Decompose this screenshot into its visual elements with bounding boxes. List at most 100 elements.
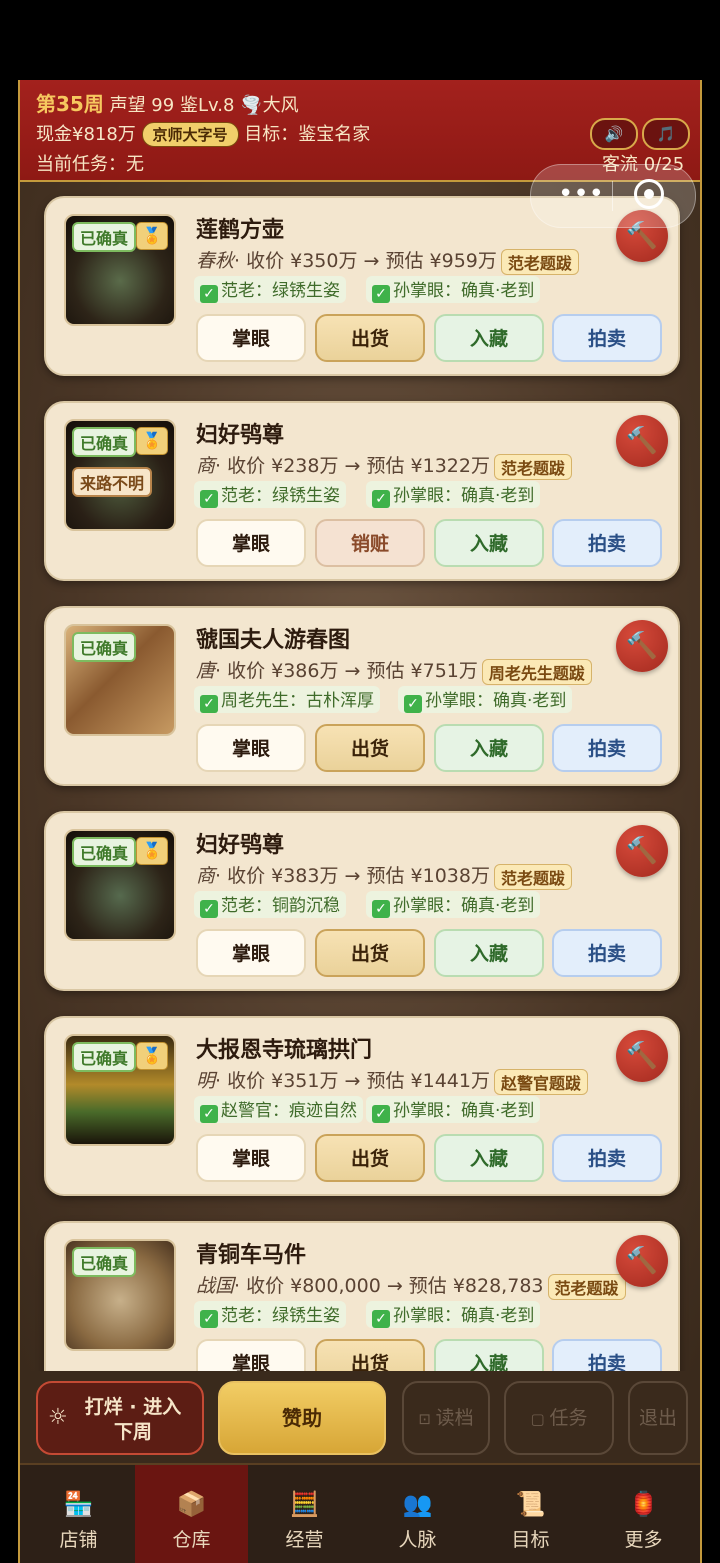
auction-hammer-button[interactable]: 🔨 bbox=[616, 620, 668, 672]
task-icon: ▢ bbox=[530, 1410, 550, 1428]
item-prices: · 收价 ¥238万 → 预估 ¥1322万 bbox=[215, 455, 490, 477]
inspect-button[interactable]: 掌眼 bbox=[196, 724, 306, 772]
sell-label: 出货 bbox=[350, 328, 389, 350]
appraisal-check-2: ✓ 孙掌眼：确真·老到 bbox=[366, 276, 541, 303]
item-name: 妇好鸮尊 bbox=[196, 423, 285, 448]
auction-label: 拍卖 bbox=[587, 738, 626, 760]
auction-label: 拍卖 bbox=[587, 1148, 626, 1170]
collect-button[interactable]: 入藏 bbox=[434, 519, 544, 567]
inspect-button[interactable]: 掌眼 bbox=[196, 929, 306, 977]
hammer-icon: 🔨 bbox=[625, 426, 659, 456]
collect-button[interactable]: 入藏 bbox=[434, 314, 544, 362]
sell-button[interactable]: 出货 bbox=[315, 1134, 425, 1182]
miniprogram-capsule: ••• bbox=[530, 164, 696, 228]
sell-button[interactable]: 出货 bbox=[315, 1339, 425, 1371]
item-prices: · 收价 ¥800,000 → 预估 ¥828,783 bbox=[234, 1275, 544, 1297]
warehouse-list[interactable]: 已确真 🏅 莲鹤方壶 春秋· 收价 ¥350万 → 预估 ¥959万 范老题跋 ✓ 范老：绿… bbox=[20, 182, 700, 1371]
auction-button[interactable]: 拍卖 bbox=[552, 519, 662, 567]
sound-button[interactable]: 🔊 bbox=[590, 118, 638, 150]
tab-shop[interactable]: 🏪 店铺 bbox=[22, 1465, 135, 1563]
auction-button[interactable]: 拍卖 bbox=[552, 1134, 662, 1182]
checkmark-icon: ✓ bbox=[372, 1105, 390, 1123]
sell-button[interactable]: 出货 bbox=[315, 314, 425, 362]
task-button[interactable]: ▢ 任务 bbox=[504, 1381, 614, 1455]
auction-hammer-button[interactable]: 🔨 bbox=[616, 1030, 668, 1082]
next-week-button[interactable]: ☼ 打烊 · 进入下周 bbox=[36, 1381, 204, 1455]
item-thumbnail[interactable]: 已确真 🏅 来路不明 bbox=[64, 419, 176, 531]
more-menu-icon[interactable]: ••• bbox=[551, 179, 611, 209]
sell-label: 出货 bbox=[350, 1353, 389, 1371]
weather-label: 🌪️大风 bbox=[240, 95, 299, 116]
medal-icon: 🏅 bbox=[136, 222, 168, 250]
tab-label: 目标 bbox=[511, 1529, 550, 1551]
sell-button[interactable]: 出货 bbox=[315, 724, 425, 772]
collect-button[interactable]: 入藏 bbox=[434, 724, 544, 772]
tab-contacts[interactable]: 👥 人脉 bbox=[361, 1465, 474, 1563]
collect-button[interactable]: 入藏 bbox=[434, 929, 544, 977]
people-icon: 👥 bbox=[402, 1490, 433, 1518]
sponsor-label: 赞助 bbox=[282, 1406, 322, 1430]
auction-hammer-button[interactable]: 🔨 bbox=[616, 415, 668, 467]
item-era: 春秋 bbox=[196, 250, 235, 272]
endorsement-tag: 范老题跋 bbox=[500, 248, 579, 275]
tab-business[interactable]: 🧮 经营 bbox=[248, 1465, 361, 1563]
auction-hammer-button[interactable]: 🔨 bbox=[616, 825, 668, 877]
checkmark-icon: ✓ bbox=[372, 490, 390, 508]
verified-badge: 已确真 bbox=[72, 427, 137, 457]
inspect-label: 掌眼 bbox=[231, 533, 270, 555]
tab-label: 经营 bbox=[285, 1529, 324, 1551]
load-button[interactable]: ⊡ 读档 bbox=[402, 1381, 490, 1455]
item-era: 商 bbox=[196, 455, 216, 477]
tab-more[interactable]: 🏮 更多 bbox=[587, 1465, 700, 1563]
next-week-label: 打烊 · 进入下周 bbox=[84, 1396, 182, 1443]
quit-button[interactable]: 退出 bbox=[628, 1381, 688, 1455]
inspect-button[interactable]: 掌眼 bbox=[196, 1134, 306, 1182]
sun-icon: ☼ bbox=[48, 1405, 68, 1430]
sell-button[interactable]: 出货 bbox=[315, 929, 425, 977]
auction-button[interactable]: 拍卖 bbox=[552, 314, 662, 362]
fence-button[interactable]: 销赃 bbox=[315, 519, 425, 567]
music-button[interactable]: 🎵 bbox=[642, 118, 690, 150]
collect-label: 入藏 bbox=[469, 943, 508, 965]
item-name: 大报恩寺琉璃拱门 bbox=[196, 1038, 373, 1063]
appraisal-text-2: 孙掌眼：确真·老到 bbox=[393, 1101, 535, 1121]
sell-label: 出货 bbox=[350, 943, 389, 965]
auction-button[interactable]: 拍卖 bbox=[552, 1339, 662, 1371]
auction-hammer-button[interactable]: 🔨 bbox=[616, 1235, 668, 1287]
appraisal-check-2: ✓ 孙掌眼：确真·老到 bbox=[366, 481, 541, 508]
tab-label: 店铺 bbox=[59, 1529, 98, 1551]
tab-warehouse[interactable]: 📦 仓库 bbox=[135, 1465, 248, 1563]
item-thumbnail[interactable]: 已确真 🏅 bbox=[64, 214, 176, 326]
item-thumbnail[interactable]: 已确真 🏅 bbox=[64, 829, 176, 941]
sponsor-button[interactable]: 赞助 bbox=[218, 1381, 386, 1455]
auction-button[interactable]: 拍卖 bbox=[552, 724, 662, 772]
inspect-label: 掌眼 bbox=[231, 943, 270, 965]
inspect-label: 掌眼 bbox=[231, 328, 270, 350]
appraisal-text-1: 赵警官：痕迹自然 bbox=[221, 1101, 357, 1121]
appraisal-check-2: ✓ 孙掌眼：确真·老到 bbox=[366, 1096, 541, 1123]
quit-label: 退出 bbox=[638, 1407, 677, 1429]
item-thumbnail[interactable]: 已确真 bbox=[64, 1239, 176, 1351]
appraisal-text-2: 孙掌眼：确真·老到 bbox=[393, 896, 535, 916]
tab-label: 人脉 bbox=[398, 1529, 437, 1551]
hammer-icon: 🔨 bbox=[625, 836, 659, 866]
verified-badge: 已确真 bbox=[72, 837, 137, 867]
appraisal-text-1: 范老：绿锈生姿 bbox=[221, 281, 340, 301]
verified-badge: 已确真 bbox=[72, 1042, 137, 1072]
shop-icon: 🏪 bbox=[63, 1490, 94, 1518]
auction-button[interactable]: 拍卖 bbox=[552, 929, 662, 977]
goal-label: 目标：鉴宝名家 bbox=[244, 124, 371, 145]
inspect-button[interactable]: 掌眼 bbox=[196, 1339, 306, 1371]
tab-goals[interactable]: 📜 目标 bbox=[474, 1465, 587, 1563]
speaker-icon: 🔊 bbox=[604, 125, 624, 143]
inspect-button[interactable]: 掌眼 bbox=[196, 519, 306, 567]
collect-label: 入藏 bbox=[469, 328, 508, 350]
inspect-button[interactable]: 掌眼 bbox=[196, 314, 306, 362]
item-thumbnail[interactable]: 已确真 bbox=[64, 624, 176, 736]
item-card: 已确真 🏅 大报恩寺琉璃拱门 明· 收价 ¥351万 → 预估 ¥1441万 赵警官题跋… bbox=[44, 1016, 680, 1196]
collect-button[interactable]: 入藏 bbox=[434, 1134, 544, 1182]
collect-button[interactable]: 入藏 bbox=[434, 1339, 544, 1371]
item-thumbnail[interactable]: 已确真 🏅 bbox=[64, 1034, 176, 1146]
close-target-icon[interactable] bbox=[634, 179, 664, 209]
endorsement-tag: 范老题跋 bbox=[547, 1273, 626, 1300]
